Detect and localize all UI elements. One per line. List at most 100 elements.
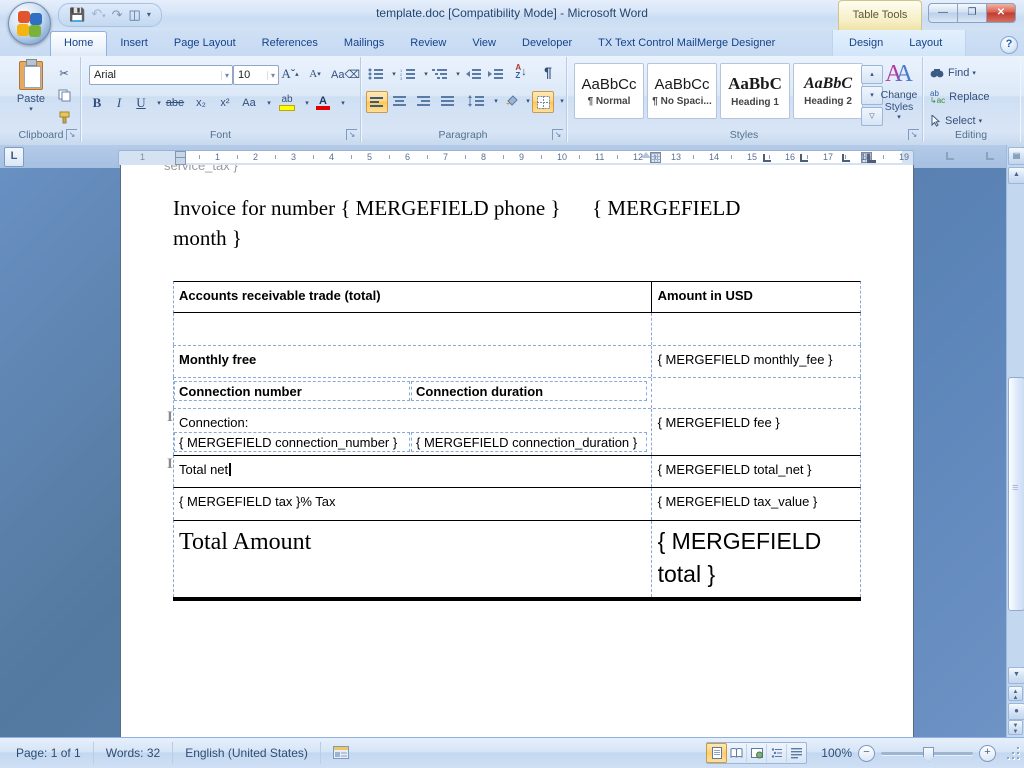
- increase-indent-icon[interactable]: [486, 64, 506, 84]
- total-net-label[interactable]: Total net: [174, 456, 651, 487]
- clear-formatting-icon[interactable]: Aa⌫: [331, 64, 360, 84]
- connection-duration-header[interactable]: Connection duration: [411, 381, 647, 401]
- multilevel-list-icon[interactable]: [430, 64, 450, 84]
- style-heading1[interactable]: AaBbC Heading 1: [720, 63, 790, 119]
- borders-button[interactable]: [532, 91, 554, 113]
- decrease-indent-icon[interactable]: [464, 64, 484, 84]
- clipboard-dialog-launcher[interactable]: ↘: [66, 129, 77, 140]
- monthly-free-label[interactable]: Monthly free: [174, 346, 651, 377]
- tab-page-layout[interactable]: Page Layout: [161, 31, 249, 56]
- connection-duration-field[interactable]: { MERGEFIELD connection_duration }: [411, 432, 647, 452]
- fee-field[interactable]: { MERGEFIELD fee }: [651, 409, 860, 455]
- style-normal[interactable]: AaBbCc ¶ Normal: [574, 63, 644, 119]
- show-hide-pilcrow-button[interactable]: ¶: [538, 62, 558, 82]
- table-header-right[interactable]: Amount in USD: [651, 282, 860, 312]
- tab-view[interactable]: View: [459, 31, 509, 56]
- copy-icon[interactable]: [54, 85, 74, 105]
- zoom-slider-thumb[interactable]: [923, 747, 934, 762]
- vertical-scrollbar[interactable]: ▤ ▲ ▼ ▲▲ ● ▼▼: [1006, 145, 1024, 737]
- next-page-button[interactable]: ▼▼: [1008, 720, 1023, 735]
- language-indicator[interactable]: English (United States): [173, 742, 321, 764]
- zoom-out-button[interactable]: −: [858, 745, 875, 762]
- replace-button[interactable]: ab↳ac Replace: [930, 87, 990, 107]
- total-amount-label[interactable]: Total Amount: [174, 521, 651, 597]
- total-field[interactable]: { MERGEFIELD total }: [651, 521, 860, 597]
- monthly-fee-field[interactable]: { MERGEFIELD monthly_fee }: [651, 346, 860, 377]
- toggle-ruler-button[interactable]: ▤: [1008, 147, 1024, 165]
- style-heading2[interactable]: AaBbC Heading 2: [793, 63, 863, 119]
- justify-button[interactable]: [438, 91, 458, 111]
- zoom-in-button[interactable]: +: [979, 745, 996, 762]
- change-case-dropdown-arrow[interactable]: ▾: [259, 93, 279, 113]
- tab-review[interactable]: Review: [397, 31, 459, 56]
- macro-record-icon[interactable]: [321, 742, 361, 764]
- restore-button[interactable]: ❐: [957, 3, 987, 23]
- tax-label[interactable]: { MERGEFIELD tax }% Tax: [174, 488, 651, 520]
- select-button[interactable]: Select▾: [930, 111, 982, 131]
- horizontal-ruler[interactable]: 123456789101112131415161718191: [118, 150, 914, 166]
- underline-button[interactable]: U: [131, 93, 151, 113]
- document-page[interactable]: service_tax } Invoice for number { MERGE…: [120, 165, 914, 737]
- total-net-field[interactable]: { MERGEFIELD total_net }: [651, 456, 860, 487]
- office-button[interactable]: [8, 2, 51, 45]
- tab-references[interactable]: References: [249, 31, 331, 56]
- shrink-font-icon[interactable]: A▾: [305, 64, 325, 84]
- hanging-indent-marker[interactable]: [175, 157, 186, 165]
- cut-icon[interactable]: ✂: [54, 63, 74, 83]
- strikethrough-button[interactable]: abe: [165, 93, 185, 113]
- align-left-button[interactable]: [366, 91, 388, 113]
- zoom-slider[interactable]: [881, 752, 973, 755]
- tab-developer[interactable]: Developer: [509, 31, 585, 56]
- style-no-spacing[interactable]: AaBbCc ¶ No Spaci...: [647, 63, 717, 119]
- paste-button[interactable]: Paste ▾: [12, 61, 50, 113]
- paste-dropdown-arrow[interactable]: ▾: [12, 105, 50, 113]
- tab-selector[interactable]: L: [4, 147, 24, 167]
- superscript-button[interactable]: x²: [215, 93, 235, 113]
- highlight-button[interactable]: ab: [277, 93, 297, 113]
- help-icon[interactable]: ?: [1000, 36, 1018, 54]
- minimize-button[interactable]: —: [928, 3, 958, 23]
- previous-page-button[interactable]: ▲▲: [1008, 686, 1023, 701]
- invoice-table[interactable]: Accounts receivable trade (total) Amount…: [173, 281, 861, 601]
- italic-button[interactable]: I: [109, 93, 129, 113]
- resize-grip[interactable]: [1006, 746, 1020, 760]
- tab-stop-3[interactable]: [842, 154, 850, 162]
- font-dialog-launcher[interactable]: ↘: [346, 129, 357, 140]
- connection-number-header[interactable]: Connection number: [174, 381, 410, 401]
- font-color-button[interactable]: A: [313, 93, 333, 113]
- web-layout-view-button[interactable]: [747, 744, 767, 762]
- change-styles-button[interactable]: AA Change Styles ▾: [878, 61, 920, 121]
- tab-mailings[interactable]: Mailings: [331, 31, 397, 56]
- scrollbar-thumb[interactable]: [1008, 377, 1024, 611]
- tab-home[interactable]: Home: [50, 31, 107, 57]
- connection-number-field[interactable]: { MERGEFIELD connection_number }: [174, 432, 410, 452]
- page-indicator[interactable]: Page: 1 of 1: [4, 742, 94, 764]
- full-screen-reading-view-button[interactable]: [727, 744, 747, 762]
- line-spacing-icon[interactable]: [466, 91, 486, 111]
- find-button[interactable]: Find▾: [930, 63, 976, 83]
- styles-dialog-launcher[interactable]: ↘: [908, 129, 919, 140]
- font-size-combo[interactable]: 10▾: [233, 65, 279, 85]
- paragraph-dialog-launcher[interactable]: ↘: [552, 129, 563, 140]
- tab-insert[interactable]: Insert: [107, 31, 161, 56]
- print-layout-view-button[interactable]: [706, 743, 727, 763]
- document-heading[interactable]: Invoice for number { MERGEFIELD phone } …: [173, 193, 833, 253]
- font-name-combo[interactable]: Arial▾: [89, 65, 233, 85]
- word-count[interactable]: Words: 32: [94, 742, 173, 764]
- subscript-button[interactable]: x₂: [191, 93, 211, 113]
- bold-button[interactable]: B: [87, 93, 107, 113]
- numbering-icon[interactable]: 123: [398, 64, 418, 84]
- align-right-button[interactable]: [414, 91, 434, 111]
- bullets-icon[interactable]: [366, 64, 386, 84]
- font-color-dropdown-arrow[interactable]: ▾: [333, 93, 353, 113]
- zoom-level[interactable]: 100%: [821, 746, 852, 760]
- tab-design[interactable]: Design: [836, 31, 896, 56]
- scroll-up-arrow[interactable]: ▲: [1008, 167, 1024, 184]
- draft-view-button[interactable]: [787, 744, 806, 762]
- grow-font-icon[interactable]: Aˇ▴: [280, 64, 300, 84]
- outline-view-button[interactable]: [767, 744, 787, 762]
- change-case-button[interactable]: Aa: [239, 93, 259, 113]
- scroll-down-arrow[interactable]: ▼: [1008, 667, 1024, 684]
- align-center-button[interactable]: [390, 91, 410, 111]
- close-button[interactable]: ✕: [986, 3, 1016, 23]
